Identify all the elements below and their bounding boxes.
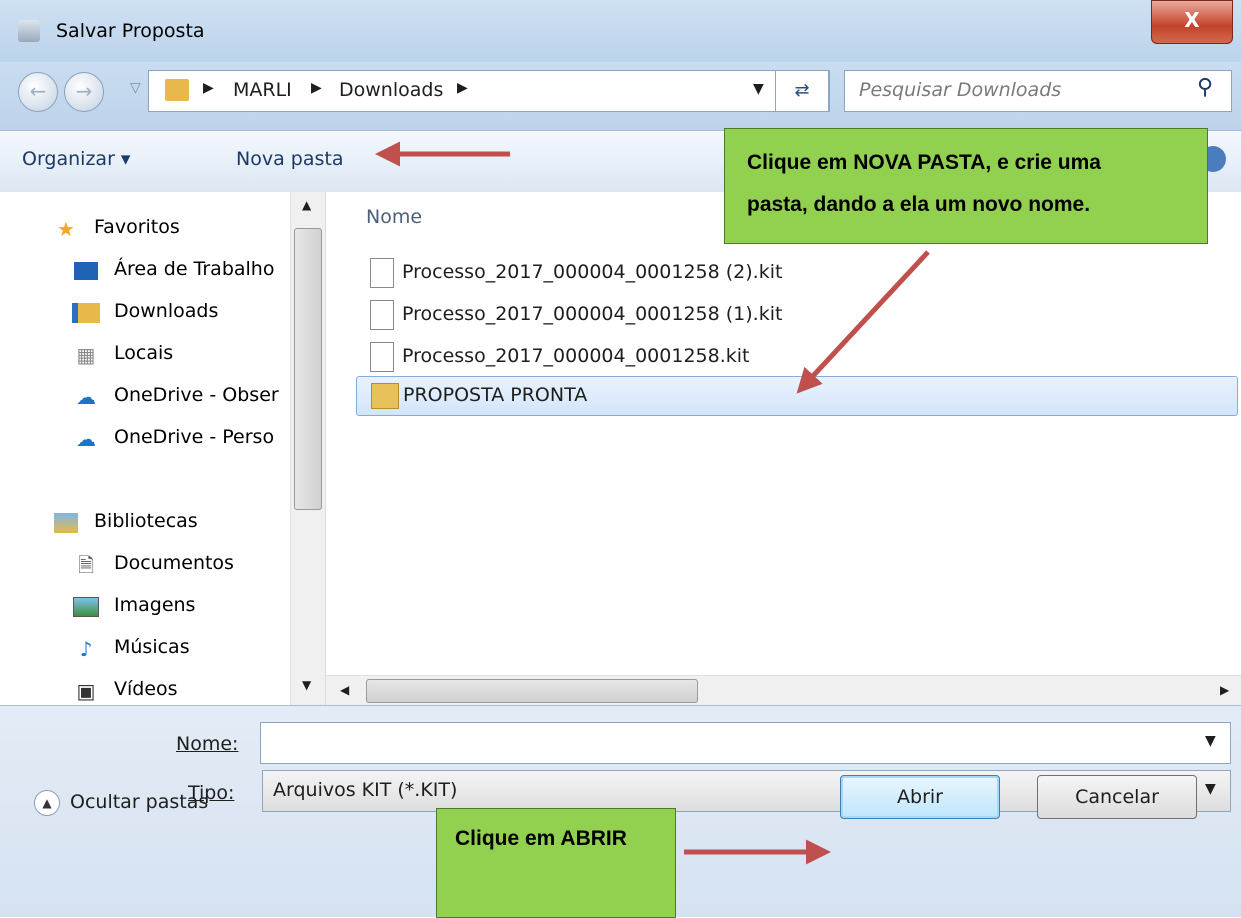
callout-line-2: pasta, dando a ela um novo nome.	[747, 193, 1091, 216]
star-icon: ★	[57, 217, 75, 241]
nav-scrollbar[interactable]: ▲ ▼	[290, 192, 325, 705]
nav-item-locais[interactable]: ▦ Locais	[72, 338, 290, 378]
cancel-button[interactable]: Cancelar	[1037, 775, 1197, 819]
scroll-thumb[interactable]	[294, 228, 322, 510]
search-input[interactable]: Pesquisar Downloads ⚲	[844, 70, 1232, 112]
type-value: Arquivos KIT (*.KIT)	[273, 779, 458, 801]
document-icon: 🗎	[77, 553, 95, 577]
history-dropdown-icon[interactable]: ▽	[130, 80, 141, 96]
chevron-down-icon[interactable]: ▼	[753, 81, 764, 97]
nav-item-documentos[interactable]: 🗎 Documentos	[72, 548, 290, 588]
address-bar[interactable]: ▶ MARLI ▶ Downloads ▶ ▼	[148, 70, 830, 112]
file-row[interactable]: Processo_2017_000004_0001258 (2).kit	[356, 254, 1236, 292]
breadcrumb-marli[interactable]: MARLI	[233, 79, 292, 101]
chevron-right-icon: ▶	[311, 80, 322, 96]
search-placeholder: Pesquisar Downloads	[859, 79, 1062, 101]
file-row[interactable]: Processo_2017_000004_0001258.kit	[356, 338, 1236, 376]
downloads-folder-icon	[72, 300, 100, 326]
back-button[interactable]: ←	[18, 72, 58, 112]
file-horizontal-scrollbar[interactable]: ◀ ▶	[326, 675, 1241, 706]
collapse-up-icon: ▲	[34, 790, 60, 816]
callout-new-folder: Clique em NOVA PASTA, e crie uma pasta, …	[724, 128, 1208, 244]
cloud-icon: ☁	[76, 427, 96, 451]
library-icon	[52, 510, 80, 536]
recent-places-icon: ▦	[76, 343, 96, 367]
folder-row-selected[interactable]: PROPOSTA PRONTA	[356, 376, 1238, 416]
nav-favorites[interactable]: ★ Favoritos	[52, 212, 282, 252]
nav-libraries[interactable]: Bibliotecas	[52, 506, 282, 546]
scroll-thumb[interactable]	[366, 679, 698, 703]
new-folder-button[interactable]: Nova pasta	[236, 148, 343, 170]
chevron-down-icon[interactable]: ▼	[1205, 781, 1216, 797]
scroll-up-icon[interactable]: ▲	[302, 198, 311, 212]
nav-item-desktop[interactable]: Área de Trabalho	[72, 254, 290, 294]
forward-button[interactable]: →	[64, 72, 104, 112]
name-field[interactable]: ▼	[260, 722, 1231, 764]
file-icon	[370, 258, 394, 288]
name-label: Nome:	[176, 733, 239, 755]
chevron-right-icon: ▶	[457, 80, 468, 96]
callout-line-1: Clique em NOVA PASTA, e crie uma	[747, 151, 1101, 174]
file-row[interactable]: Processo_2017_000004_0001258 (1).kit	[356, 296, 1236, 334]
chevron-right-icon: ▶	[203, 80, 214, 96]
search-icon[interactable]: ⚲	[1197, 75, 1213, 100]
callout-open: Clique em ABRIR	[436, 808, 676, 918]
refresh-button[interactable]: ⇄	[775, 70, 829, 112]
column-header-name[interactable]: Nome	[366, 206, 422, 228]
cloud-icon: ☁	[76, 385, 96, 409]
scroll-right-icon[interactable]: ▶	[1220, 683, 1229, 697]
music-icon: ♪	[79, 637, 93, 661]
nav-item-imagens[interactable]: Imagens	[72, 590, 290, 630]
file-icon	[370, 342, 394, 372]
scroll-left-icon[interactable]: ◀	[340, 683, 349, 697]
folder-icon	[371, 383, 399, 409]
folder-icon	[165, 79, 189, 101]
desktop-icon	[72, 258, 100, 284]
dialog-icon	[18, 20, 40, 42]
nav-item-onedrive-perso[interactable]: ☁ OneDrive - Perso	[72, 422, 290, 462]
callout-open-text: Clique em ABRIR	[455, 827, 627, 850]
close-button[interactable]: X	[1151, 0, 1233, 44]
hide-folders-toggle[interactable]: ▲ Ocultar pastas	[34, 788, 244, 818]
open-button[interactable]: Abrir	[840, 775, 1000, 819]
dialog-title: Salvar Proposta	[56, 20, 205, 42]
chevron-down-icon[interactable]: ▼	[1205, 733, 1216, 749]
file-icon	[370, 300, 394, 330]
nav-item-onedrive-obser[interactable]: ☁ OneDrive - Obser	[72, 380, 290, 420]
nav-item-downloads[interactable]: Downloads	[72, 296, 290, 336]
nav-item-musicas[interactable]: ♪ Músicas	[72, 632, 290, 672]
organize-menu[interactable]: Organizar ▾	[22, 148, 130, 170]
scroll-down-icon[interactable]: ▼	[302, 678, 311, 692]
breadcrumb-downloads[interactable]: Downloads	[339, 79, 443, 101]
hide-folders-label: Ocultar pastas	[70, 791, 209, 813]
film-icon: ▣	[76, 679, 96, 703]
image-icon	[72, 594, 100, 620]
